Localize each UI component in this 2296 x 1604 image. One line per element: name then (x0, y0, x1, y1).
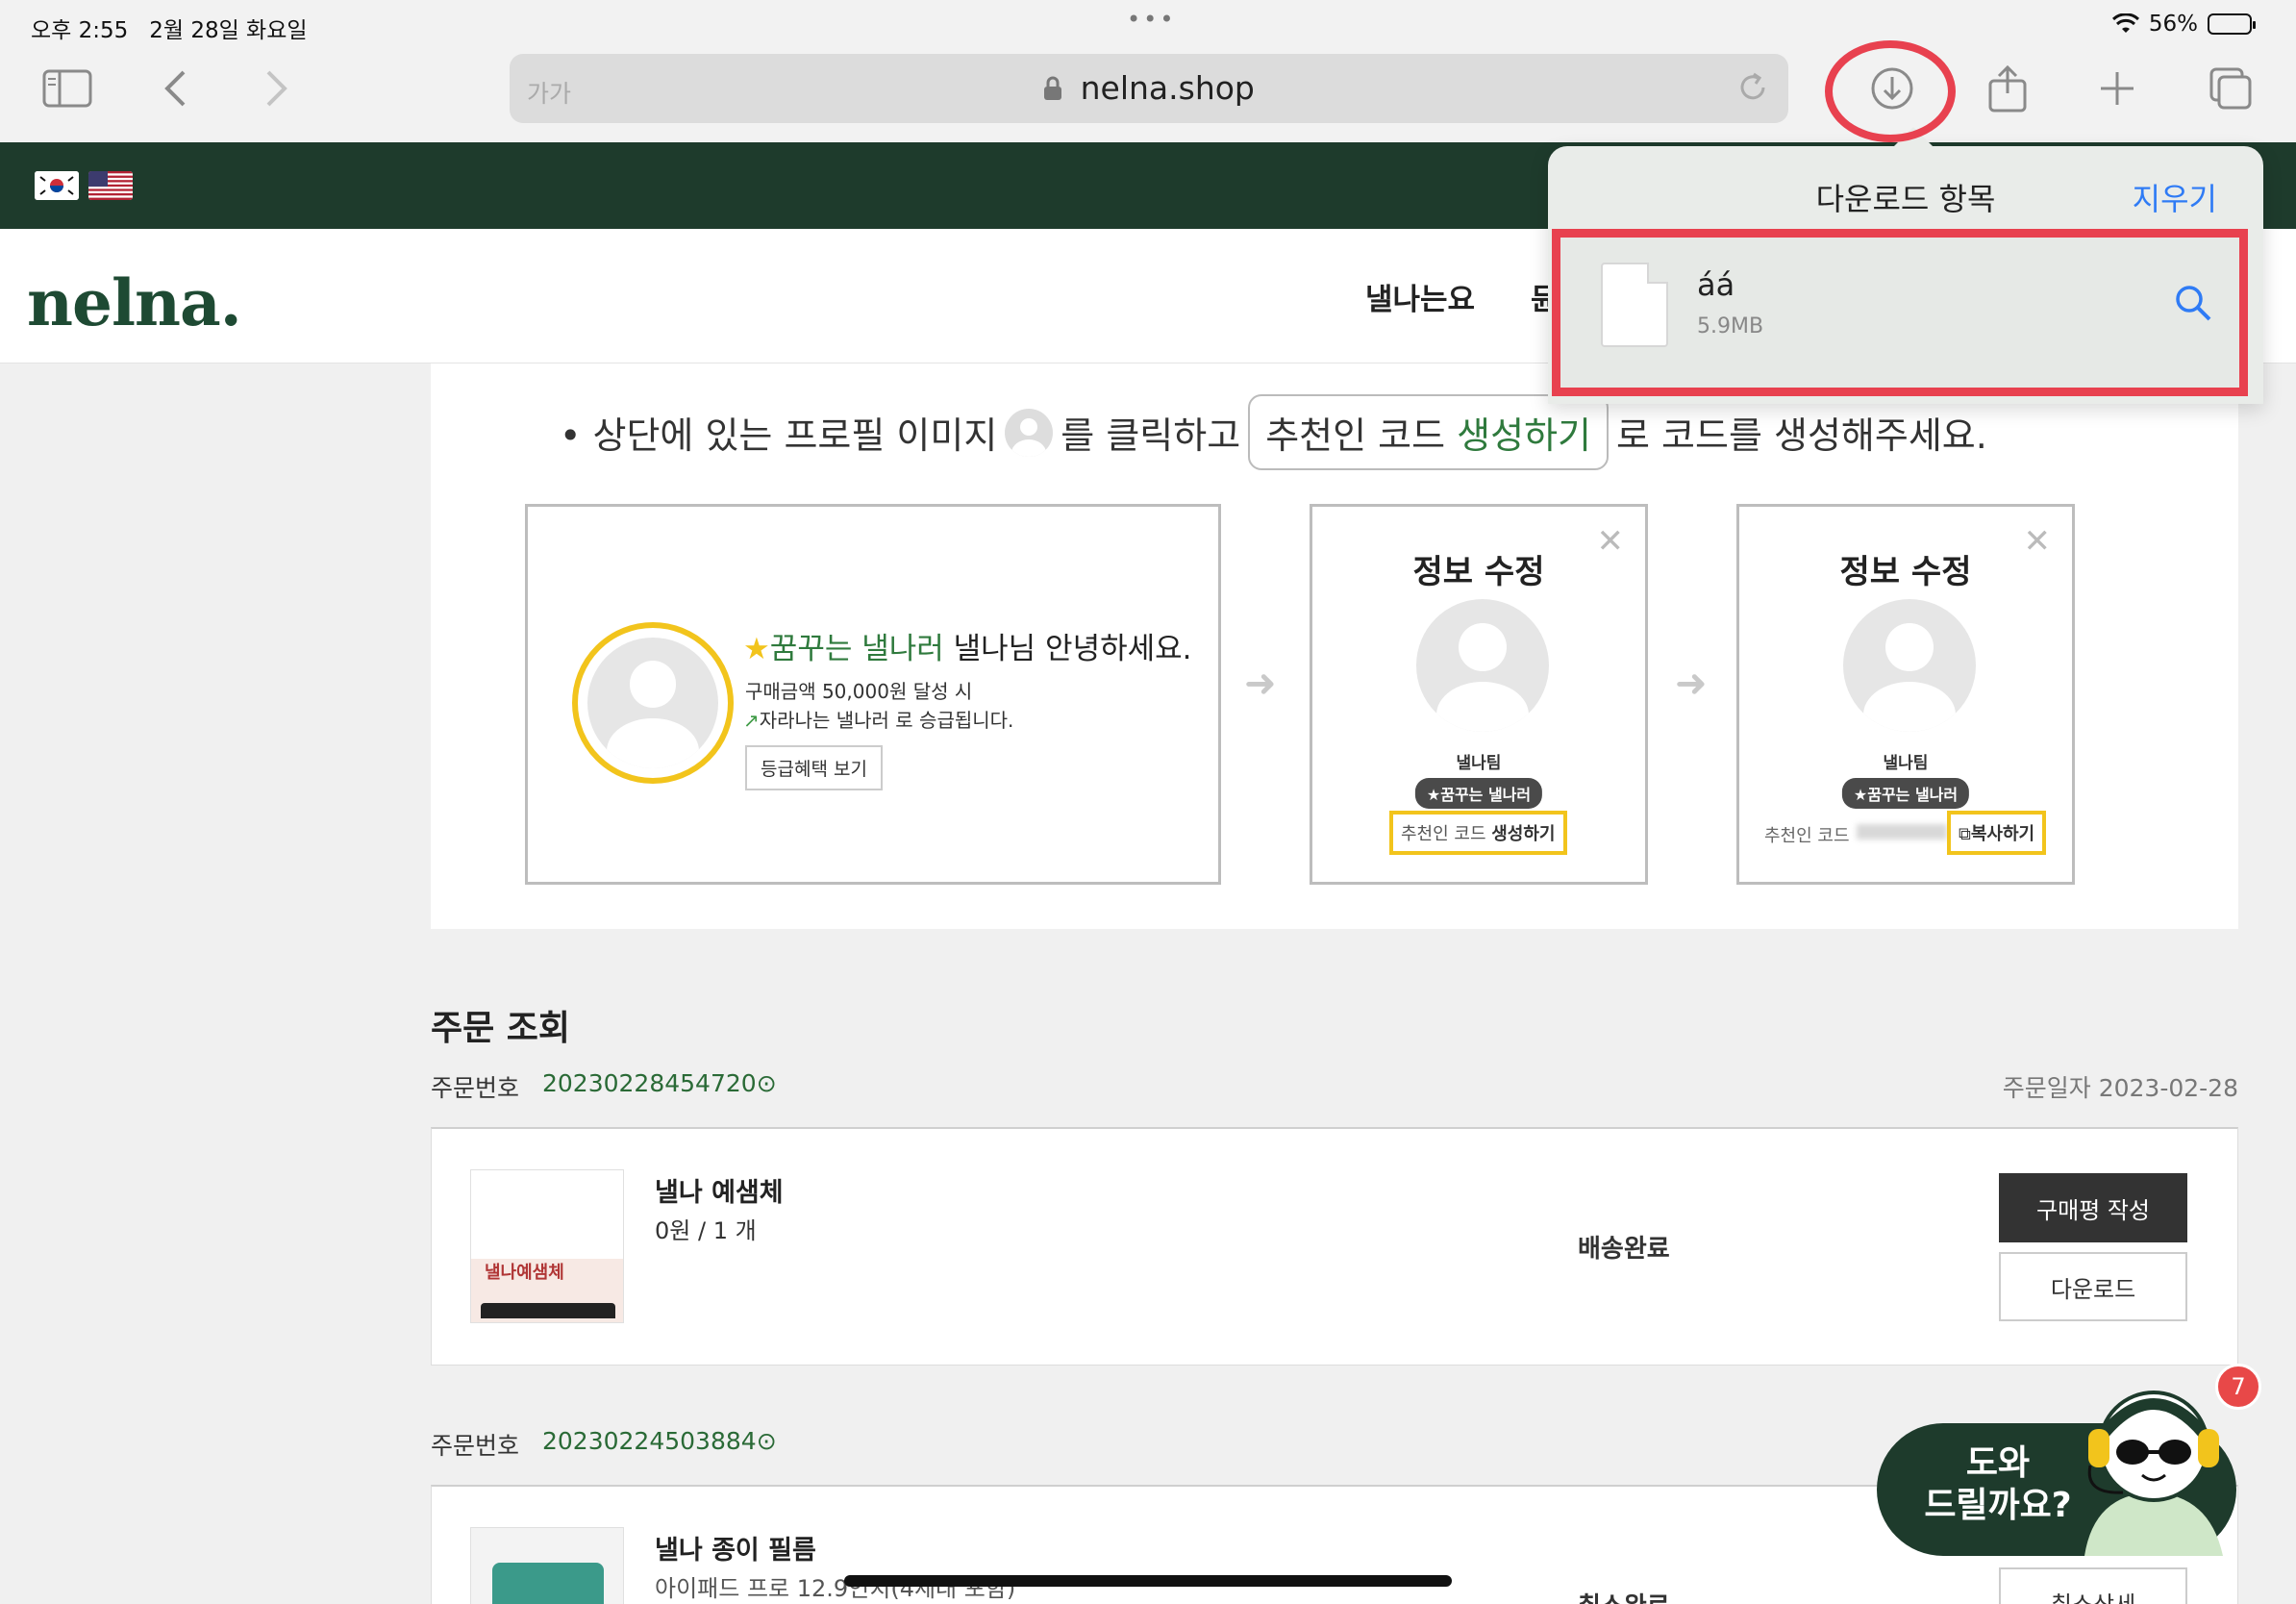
download-file-size: 5.9MB (1697, 314, 1764, 338)
mascot-icon (2084, 1391, 2223, 1556)
multitask-dots-icon[interactable]: ••• (1127, 6, 1176, 33)
status-time: 오후 2:55 (31, 18, 129, 43)
address-bar[interactable]: 가가 nelna.shop (510, 54, 1788, 123)
chevron-right-circle-icon: ⊙ (756, 1427, 777, 1455)
new-tab-icon[interactable] (2090, 62, 2144, 115)
file-icon (1601, 263, 1668, 347)
star-icon: ★ (743, 632, 770, 666)
battery-percent: 56% (2148, 12, 2198, 37)
write-review-button[interactable]: 구매평 작성 (1999, 1173, 2187, 1242)
order-number-link[interactable]: 20230224503884⊙ (542, 1427, 777, 1455)
generate-code-highlight: 추천인 코드 생성하기 (1389, 811, 1567, 855)
share-icon[interactable] (1981, 62, 2034, 115)
edit-info-panel-copy: ✕ 정보 수정 낼나팀 ★꿈꾸는 낼나러 추천인 코드 ⧉복사하기 (1736, 504, 2075, 885)
grade-badge: ★꿈꾸는 낼나러 (1841, 778, 1970, 809)
forward-icon[interactable] (250, 62, 304, 115)
chevron-right-circle-icon: ⊙ (756, 1069, 777, 1097)
blurred-code (1857, 824, 1947, 840)
wifi-icon (2111, 13, 2139, 33)
greeting-panel: ★꿈꾸는 낼나러 낼나님 안녕하세요. 구매금액 50,000원 달성 시 ↗자… (525, 504, 1221, 885)
sidebar-icon[interactable] (40, 62, 94, 115)
nav-about[interactable]: 낼나는요 (1365, 275, 1475, 318)
product-name[interactable]: 낼나 종이 필름 (655, 1529, 816, 1566)
korean-flag-icon[interactable] (35, 171, 79, 200)
order-item: 낼나예샘체 낼나 예샘체 0원 / 1 개 배송완료 구매평 작성 다운로드 (431, 1127, 2238, 1366)
profile-mini-icon (1005, 408, 1054, 457)
grade-benefits-button[interactable]: 등급혜택 보기 (745, 745, 883, 790)
browser-chrome: 오후 2:55 2월 28일 화요일 ••• 56% 가가 nelna.shop (0, 0, 2296, 142)
cancel-details-button[interactable]: 취소상세 (1999, 1567, 2187, 1604)
notification-badge: 7 (2215, 1364, 2261, 1410)
product-thumbnail[interactable] (470, 1527, 624, 1604)
url-text: nelna.shop (1080, 69, 1255, 107)
magnifier-icon[interactable] (2174, 284, 2212, 326)
order-history-title: 주문 조회 (431, 1009, 571, 1048)
referral-instruction: • 상단에 있는 프로필 이미지 를 클릭하고 추천인 코드 생성하기 로 코드… (560, 394, 1987, 470)
lock-icon (1044, 76, 1062, 100)
arrow-right-icon: ➜ (1675, 662, 1708, 706)
status-date: 2월 28일 화요일 (149, 18, 308, 43)
download-button[interactable]: 다운로드 (1999, 1252, 2187, 1321)
sprout-icon: ↗ (743, 709, 760, 732)
order-status: 배송완료 (1578, 1235, 1670, 1264)
product-name[interactable]: 낼나 예샘체 (655, 1171, 784, 1209)
home-indicator[interactable] (844, 1575, 1452, 1587)
product-thumbnail[interactable]: 낼나예샘체 (470, 1169, 624, 1323)
profile-avatar (1843, 599, 1976, 732)
order-number-link[interactable]: 20230228454720⊙ (542, 1069, 777, 1097)
profile-avatar (1416, 599, 1549, 732)
tabs-overview-icon[interactable] (2204, 62, 2258, 115)
arrow-right-icon: ➜ (1244, 662, 1277, 706)
order-status: 취소완료 (1578, 1587, 1670, 1604)
site-logo[interactable]: nelna. (27, 265, 242, 340)
referral-code-chip: 추천인 코드 생성하기 (1248, 394, 1609, 470)
copy-code-highlight: ⧉복사하기 (1947, 811, 2047, 855)
back-icon[interactable] (148, 62, 202, 115)
grade-badge: ★꿈꾸는 낼나러 (1414, 778, 1543, 809)
us-flag-icon[interactable] (88, 171, 133, 200)
clear-downloads-button[interactable]: 지우기 (2133, 175, 2217, 219)
downloads-highlight-ring (1825, 40, 1956, 142)
profile-avatar (587, 638, 718, 768)
download-item[interactable]: áá 5.9MB (1552, 229, 2248, 396)
referral-guide-card: • 상단에 있는 프로필 이미지 를 클릭하고 추천인 코드 생성하기 로 코드… (431, 363, 2238, 929)
help-chat-button[interactable]: 도와 드릴까요? (1877, 1391, 2236, 1556)
status-bar: 오후 2:55 2월 28일 화요일 ••• 56% (0, 6, 2296, 43)
battery-icon (2208, 13, 2256, 35)
edit-info-panel-generate: ✕ 정보 수정 낼나팀 ★꿈꾸는 낼나러 추천인 코드 생성하기 (1310, 504, 1648, 885)
copy-icon: ⧉ (1959, 824, 1971, 844)
reload-icon[interactable] (1736, 71, 1769, 108)
profile-ring (572, 622, 734, 784)
product-price: 0원 / 1 개 (655, 1217, 757, 1244)
download-file-name: áá (1697, 266, 1735, 303)
